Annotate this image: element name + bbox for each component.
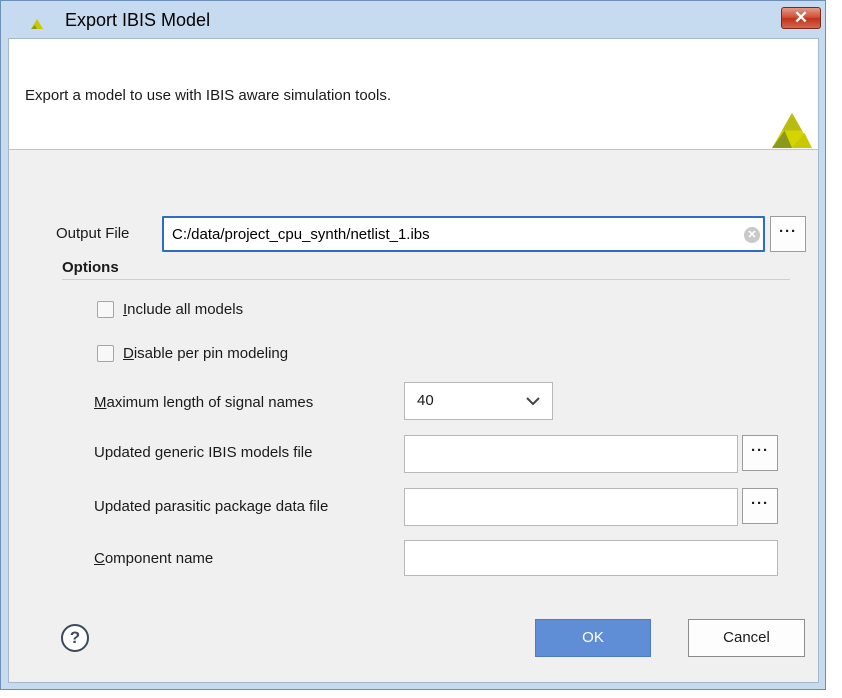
app-logo-icon <box>31 19 43 29</box>
output-file-input[interactable] <box>162 216 765 252</box>
dialog-body: Export a model to use with IBIS aware si… <box>8 38 819 683</box>
vendor-logo-icon <box>772 113 812 148</box>
close-button[interactable]: ✕ <box>781 7 821 29</box>
max-length-label: Maximum length of signal names <box>94 394 314 411</box>
options-divider <box>62 279 790 280</box>
include-all-models-checkbox[interactable] <box>97 301 114 318</box>
output-file-label: Output File <box>56 225 130 242</box>
max-length-value: 40 <box>417 392 434 409</box>
generic-models-browse-button[interactable]: ··· <box>742 435 778 471</box>
clear-icon[interactable]: ✕ <box>744 227 760 243</box>
cancel-button[interactable]: Cancel <box>688 619 805 657</box>
parasitic-package-browse-button[interactable]: ··· <box>742 488 778 524</box>
title-bar[interactable]: Export IBIS Model ✕ <box>1 1 825 37</box>
parasitic-package-input[interactable] <box>404 488 738 526</box>
chevron-down-icon <box>526 397 540 406</box>
header-description: Export a model to use with IBIS aware si… <box>25 87 392 104</box>
generic-models-input[interactable] <box>404 435 738 473</box>
header-band: Export a model to use with IBIS aware si… <box>9 39 818 150</box>
generic-models-label: Updated generic IBIS models file <box>94 444 313 461</box>
output-file-browse-button[interactable]: ··· <box>770 216 806 252</box>
dialog-window: Export IBIS Model ✕ Export a model to us… <box>0 0 826 690</box>
options-heading: Options <box>62 259 119 276</box>
component-name-input[interactable] <box>404 540 778 576</box>
help-button[interactable]: ? <box>61 624 89 652</box>
include-all-models-label[interactable]: Include all models <box>123 301 243 318</box>
disable-per-pin-checkbox[interactable] <box>97 345 114 362</box>
disable-per-pin-label[interactable]: Disable per pin modeling <box>123 345 288 362</box>
max-length-select[interactable]: 40 <box>404 382 553 420</box>
parasitic-package-label: Updated parasitic package data file <box>94 498 329 515</box>
ok-button[interactable]: OK <box>535 619 651 657</box>
window-title: Export IBIS Model <box>65 10 211 30</box>
component-name-label: Component name <box>94 550 214 567</box>
